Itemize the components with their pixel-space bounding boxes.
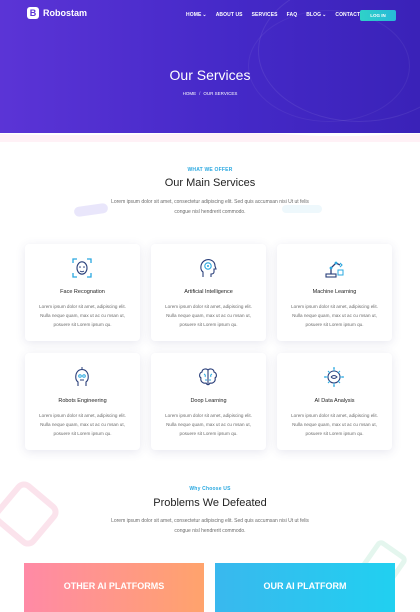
hero-wave-divider: [0, 133, 420, 142]
hero-decoration: [248, 10, 410, 122]
panel-title: OTHER AI PLATFORMS: [63, 581, 165, 591]
chevron-down-icon: ⌄: [202, 12, 207, 18]
card-text: Lorem ipsum dolor sit amet, adipiscing e…: [39, 413, 126, 436]
services-eyebrow: WHAT WE OFFER: [187, 167, 233, 173]
hero-banner: B Robostam HOME⌄ ABOUT US SERVICES FAQ B…: [0, 0, 420, 133]
card-title: Artificial Intelligence: [184, 289, 233, 295]
service-card-robots-engineering[interactable]: Robots Engineering Lorem ipsum dolor sit…: [25, 353, 140, 450]
card-text: Lorem ipsum dolor sit amet, adipiscing e…: [39, 304, 126, 327]
breadcrumb: HOME / OUR SERVICES: [0, 91, 420, 96]
robot-arm-icon: [325, 261, 344, 278]
other-platforms-panel: OTHER AI PLATFORMS: [24, 563, 204, 612]
decorative-blob: [73, 202, 109, 218]
problems-title: Problems We Defeated: [153, 497, 267, 509]
nav-item-home[interactable]: HOME⌄: [186, 12, 207, 18]
problems-eyebrow: Why Choose US: [189, 486, 231, 492]
card-title: Doop Learning: [190, 398, 227, 404]
card-text: Lorem ipsum dolor sit amet, adipiscing e…: [165, 304, 252, 327]
card-title: Face Recognation: [60, 289, 105, 295]
service-card-ai-data-analysis[interactable]: AI Data Analysis Lorem ipsum dolor sit a…: [277, 353, 392, 450]
breadcrumb-separator: /: [199, 91, 201, 96]
decorative-blob: [282, 205, 322, 213]
service-card-deep-learning[interactable]: Doop Learning Lorem ipsum dolor sit amet…: [151, 353, 266, 450]
service-card-artificial-intelligence[interactable]: Artificial Intelligence Lorem ipsum dolo…: [151, 244, 266, 341]
brand-name: Robostam: [43, 8, 88, 18]
services-description: Lorem ipsum dolor sit amet, consectetur …: [111, 199, 309, 215]
nav-item-about[interactable]: ABOUT US: [216, 12, 243, 18]
brand-logo-link[interactable]: B Robostam: [27, 7, 87, 19]
panel-title: OUR AI PLATFORM: [263, 581, 347, 591]
problems-description: Lorem ipsum dolor sit amet, consectetur …: [111, 518, 309, 534]
brain-icon: [199, 368, 217, 386]
brand-logo-icon: B: [27, 7, 39, 19]
card-title: Machine Learning: [312, 289, 357, 295]
face-scan-icon: [72, 258, 92, 278]
data-brain-icon: [324, 367, 344, 387]
chevron-down-icon: ⌄: [322, 12, 327, 18]
card-title: Robots Engineering: [58, 398, 107, 404]
nav-item-faq[interactable]: FAQ: [287, 12, 298, 18]
services-title: Our Main Services: [164, 177, 256, 189]
breadcrumb-home-link[interactable]: HOME: [183, 91, 197, 96]
main-nav: HOME⌄ ABOUT US SERVICES FAQ BLOG⌄ CONTAC…: [186, 12, 369, 18]
breadcrumb-current: OUR SERVICES: [203, 91, 238, 96]
card-title: AI Data Analysis: [314, 398, 355, 404]
service-card-machine-learning[interactable]: Machine Learning Lorem ipsum dolor sit a…: [277, 244, 392, 341]
card-text: Lorem ipsum dolor sit amet, adipiscing e…: [291, 304, 378, 327]
robot-head-icon: [75, 367, 89, 386]
card-text: Lorem ipsum dolor sit amet, adipiscing e…: [165, 413, 252, 436]
login-button[interactable]: LOG IN: [360, 10, 396, 21]
our-platform-panel: OUR AI PLATFORM: [215, 563, 395, 612]
brain-head-icon: [200, 259, 217, 277]
nav-item-contact[interactable]: CONTACT: [335, 12, 360, 18]
service-card-face-recognition[interactable]: Face Recognation Lorem ipsum dolor sit a…: [25, 244, 140, 341]
nav-item-blog[interactable]: BLOG⌄: [306, 12, 326, 18]
card-text: Lorem ipsum dolor sit amet, adipiscing e…: [291, 413, 378, 436]
nav-item-services[interactable]: SERVICES: [252, 12, 278, 18]
page-title: Our Services: [169, 67, 251, 83]
